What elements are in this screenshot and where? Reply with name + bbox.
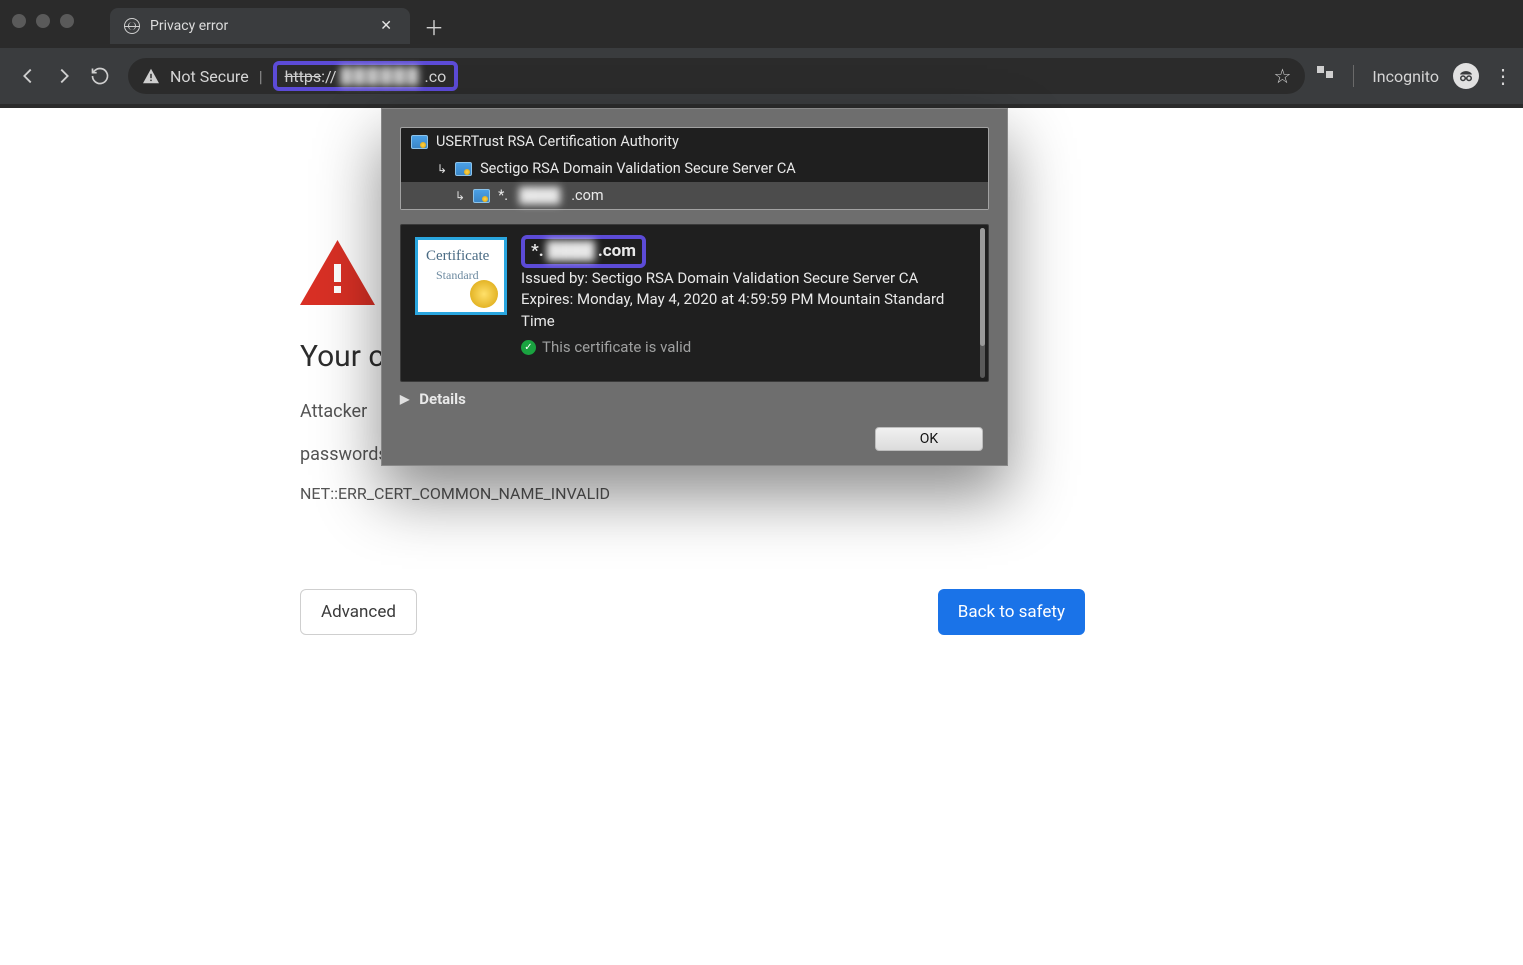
url-host-redacted: ██████	[336, 66, 424, 86]
tree-arrow-icon: ↳	[437, 162, 447, 176]
close-window-icon[interactable]	[12, 14, 26, 28]
chrome-menu-button[interactable]: ⋮	[1493, 64, 1513, 88]
error-buttons: Advanced Back to safety	[300, 589, 1085, 635]
cert-valid-row: ✓ This certificate is valid	[521, 337, 976, 359]
certificate-dialog: USERTrust RSA Certification Authority ↳ …	[381, 108, 1008, 466]
expires-value: Monday, May 4, 2020 at 4:59:59 PM Mounta…	[521, 290, 944, 330]
url-scheme-sep: ://	[321, 67, 336, 86]
cert-chain-list[interactable]: USERTrust RSA Certification Authority ↳ …	[400, 127, 989, 210]
expires-label: Expires:	[521, 290, 577, 308]
cert-expires-row: Expires: Monday, May 4, 2020 at 4:59:59 …	[521, 289, 976, 333]
cert-valid-text: This certificate is valid	[542, 337, 691, 359]
disclosure-triangle-icon: ▶	[400, 392, 409, 406]
danger-icon	[300, 240, 375, 305]
tree-arrow-icon: ↳	[455, 189, 465, 203]
details-disclosure[interactable]: ▶ Details	[382, 390, 1007, 408]
issued-by-value: Sectigo RSA Domain Validation Secure Ser…	[592, 269, 919, 287]
advanced-button[interactable]: Advanced	[300, 589, 417, 635]
window-controls	[12, 14, 74, 28]
cert-subject-prefix: *.	[531, 239, 544, 264]
incognito-icon	[1453, 63, 1479, 89]
incognito-label: Incognito	[1372, 67, 1439, 86]
certificate-icon	[411, 135, 428, 149]
globe-icon	[124, 18, 140, 34]
toolbar-right: Incognito ⋮	[1315, 63, 1513, 89]
cert-subject-redacted: ████	[544, 239, 598, 264]
details-label: Details	[419, 390, 466, 408]
warning-icon	[142, 68, 160, 84]
seal-icon	[470, 280, 498, 308]
forward-button[interactable]	[46, 58, 82, 94]
page-title-visible: Your c	[300, 339, 384, 374]
issued-by-label: Issued by:	[521, 269, 592, 287]
cert-info-text: *.████.com Issued by: Sectigo RSA Domain…	[521, 225, 988, 381]
url-tld: .co	[424, 67, 446, 86]
certificate-icon	[473, 189, 490, 203]
cert-subject-highlight: *.████.com	[521, 235, 646, 268]
certificate-icon	[455, 162, 472, 176]
toolbar-separator	[1353, 65, 1354, 87]
certificate-thumbnail: Certificate Standard	[415, 237, 507, 315]
back-button[interactable]	[10, 58, 46, 94]
not-secure-label: Not Secure	[170, 67, 249, 86]
cert-intermediate-name: Sectigo RSA Domain Validation Secure Ser…	[480, 160, 796, 177]
cert-root-name: USERTrust RSA Certification Authority	[436, 133, 679, 150]
thumb-word: Certificate	[426, 248, 489, 265]
addrbar-separator: |	[259, 67, 263, 86]
scrollbar-thumb[interactable]	[980, 228, 985, 346]
ok-button[interactable]: OK	[875, 427, 983, 451]
new-tab-button[interactable]: ＋	[424, 12, 444, 41]
close-tab-icon[interactable]: ✕	[376, 16, 396, 36]
thumb-word2: Standard	[436, 268, 479, 283]
cert-issued-by-row: Issued by: Sectigo RSA Domain Validation…	[521, 268, 976, 290]
cert-chain-intermediate[interactable]: ↳ Sectigo RSA Domain Validation Secure S…	[401, 155, 988, 182]
cert-info-panel: Certificate Standard *.████.com Issued b…	[400, 224, 989, 382]
cert-leaf-suffix: .com	[571, 187, 603, 204]
url-highlight: https://██████.co	[273, 61, 459, 91]
url-scheme: https	[285, 67, 322, 86]
browser-chrome: Privacy error ✕ ＋ Not Secure | https://█…	[0, 0, 1523, 108]
checkmark-icon: ✓	[521, 340, 536, 355]
reload-button[interactable]	[82, 58, 118, 94]
extension-icon[interactable]	[1315, 64, 1335, 88]
minimize-window-icon[interactable]	[36, 14, 50, 28]
cert-chain-leaf[interactable]: ↳ *. ████ .com	[401, 182, 988, 209]
back-to-safety-button[interactable]: Back to safety	[938, 589, 1085, 635]
browser-toolbar: Not Secure | https://██████.co ☆ Incogni…	[0, 48, 1523, 104]
error-code: NET::ERR_CERT_COMMON_NAME_INVALID	[300, 484, 1085, 503]
cert-leaf-redacted: ████	[516, 187, 563, 204]
para1-prefix: Attacker	[300, 401, 367, 422]
zoom-window-icon[interactable]	[60, 14, 74, 28]
dialog-buttons: OK	[875, 427, 983, 451]
tab-title: Privacy error	[150, 18, 228, 34]
cert-subject-suffix: .com	[598, 239, 636, 264]
tab-strip: Privacy error ✕ ＋	[110, 8, 444, 44]
cert-leaf-prefix: *.	[498, 187, 508, 204]
cert-chain-root[interactable]: USERTrust RSA Certification Authority	[401, 128, 988, 155]
bookmark-star-icon[interactable]: ☆	[1273, 64, 1291, 88]
tab-privacy-error[interactable]: Privacy error ✕	[110, 8, 410, 44]
address-bar[interactable]: Not Secure | https://██████.co ☆	[128, 58, 1305, 94]
